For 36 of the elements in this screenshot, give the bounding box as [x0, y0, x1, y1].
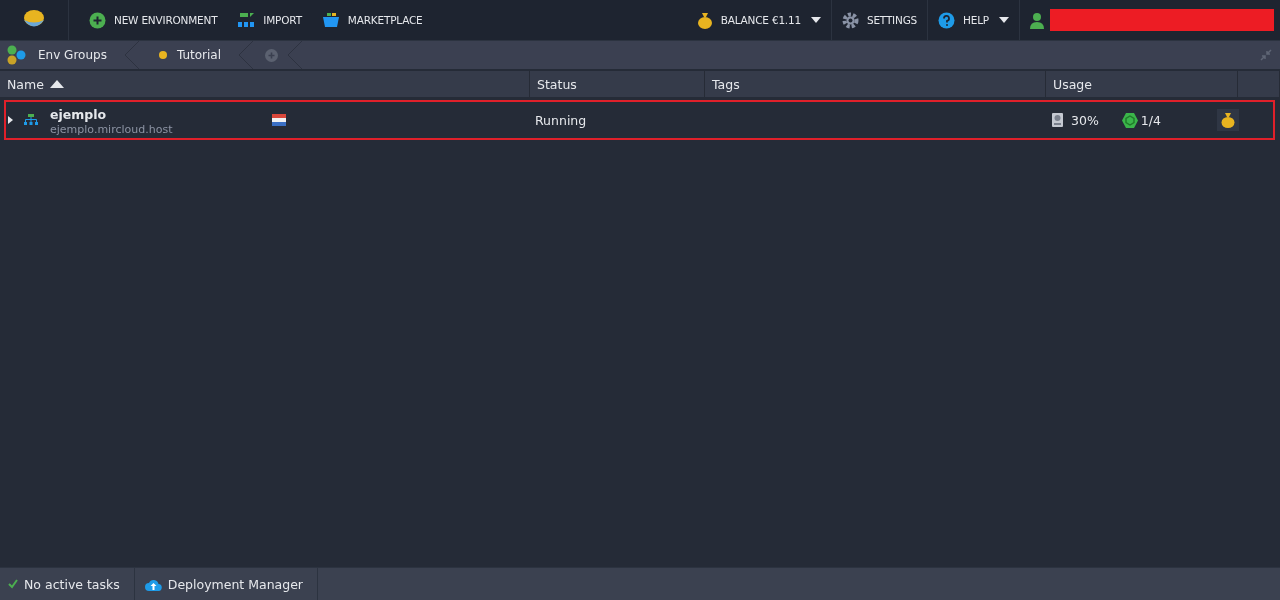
dot-icon [158, 51, 167, 59]
settings-icon [841, 11, 859, 29]
environment-domain[interactable]: ejemplo.mircloud.host [50, 122, 270, 136]
column-header[interactable]: Status [537, 76, 577, 92]
help-button[interactable]: HELP [928, 5, 1019, 35]
billing-button[interactable] [1217, 109, 1239, 131]
status-text: Running [535, 112, 587, 128]
marketplace-button[interactable]: MARKETPLACE [311, 5, 433, 35]
deployment-manager-button[interactable]: Deployment Manager [134, 568, 318, 600]
sort-ascending-icon[interactable] [49, 80, 64, 88]
hierarchy-icon [237, 12, 256, 28]
settings-button[interactable]: SETTINGS [831, 5, 928, 35]
flag-icon [272, 114, 286, 126]
cloud-upload-icon [144, 577, 162, 591]
plus-icon [89, 11, 106, 29]
environment-row[interactable]: ejemplo ejemplo.mircloud.host Running 30% 1/4 [4, 100, 1275, 140]
balance-button[interactable]: BALANCE €1.11 [686, 5, 831, 35]
tasks-status[interactable]: No active tasks [0, 568, 135, 600]
expand-icon[interactable] [8, 116, 13, 124]
group-breadcrumb[interactable]: Tutorial [138, 41, 239, 69]
help-icon [938, 11, 956, 29]
import-button[interactable]: IMPORT [227, 5, 312, 35]
basket-icon [321, 12, 340, 28]
disk-usage-text: 30% [1071, 112, 1099, 128]
hexagon-icon [1120, 111, 1139, 129]
user-icon[interactable] [1030, 11, 1044, 29]
nodes-count: 1/4 [1140, 112, 1161, 128]
new-environment-button[interactable]: NEW ENVIRONMENT [79, 5, 228, 35]
column-header[interactable]: Name [7, 76, 44, 92]
check-icon [8, 579, 18, 589]
env-groups-breadcrumb[interactable]: Env Groups [0, 41, 125, 69]
column-header[interactable]: Usage [1053, 76, 1092, 92]
column-header[interactable]: Tags [712, 76, 740, 92]
topology-icon [24, 114, 38, 126]
environment-name[interactable]: ejemplo [50, 106, 270, 122]
money-bag-icon [696, 11, 713, 29]
